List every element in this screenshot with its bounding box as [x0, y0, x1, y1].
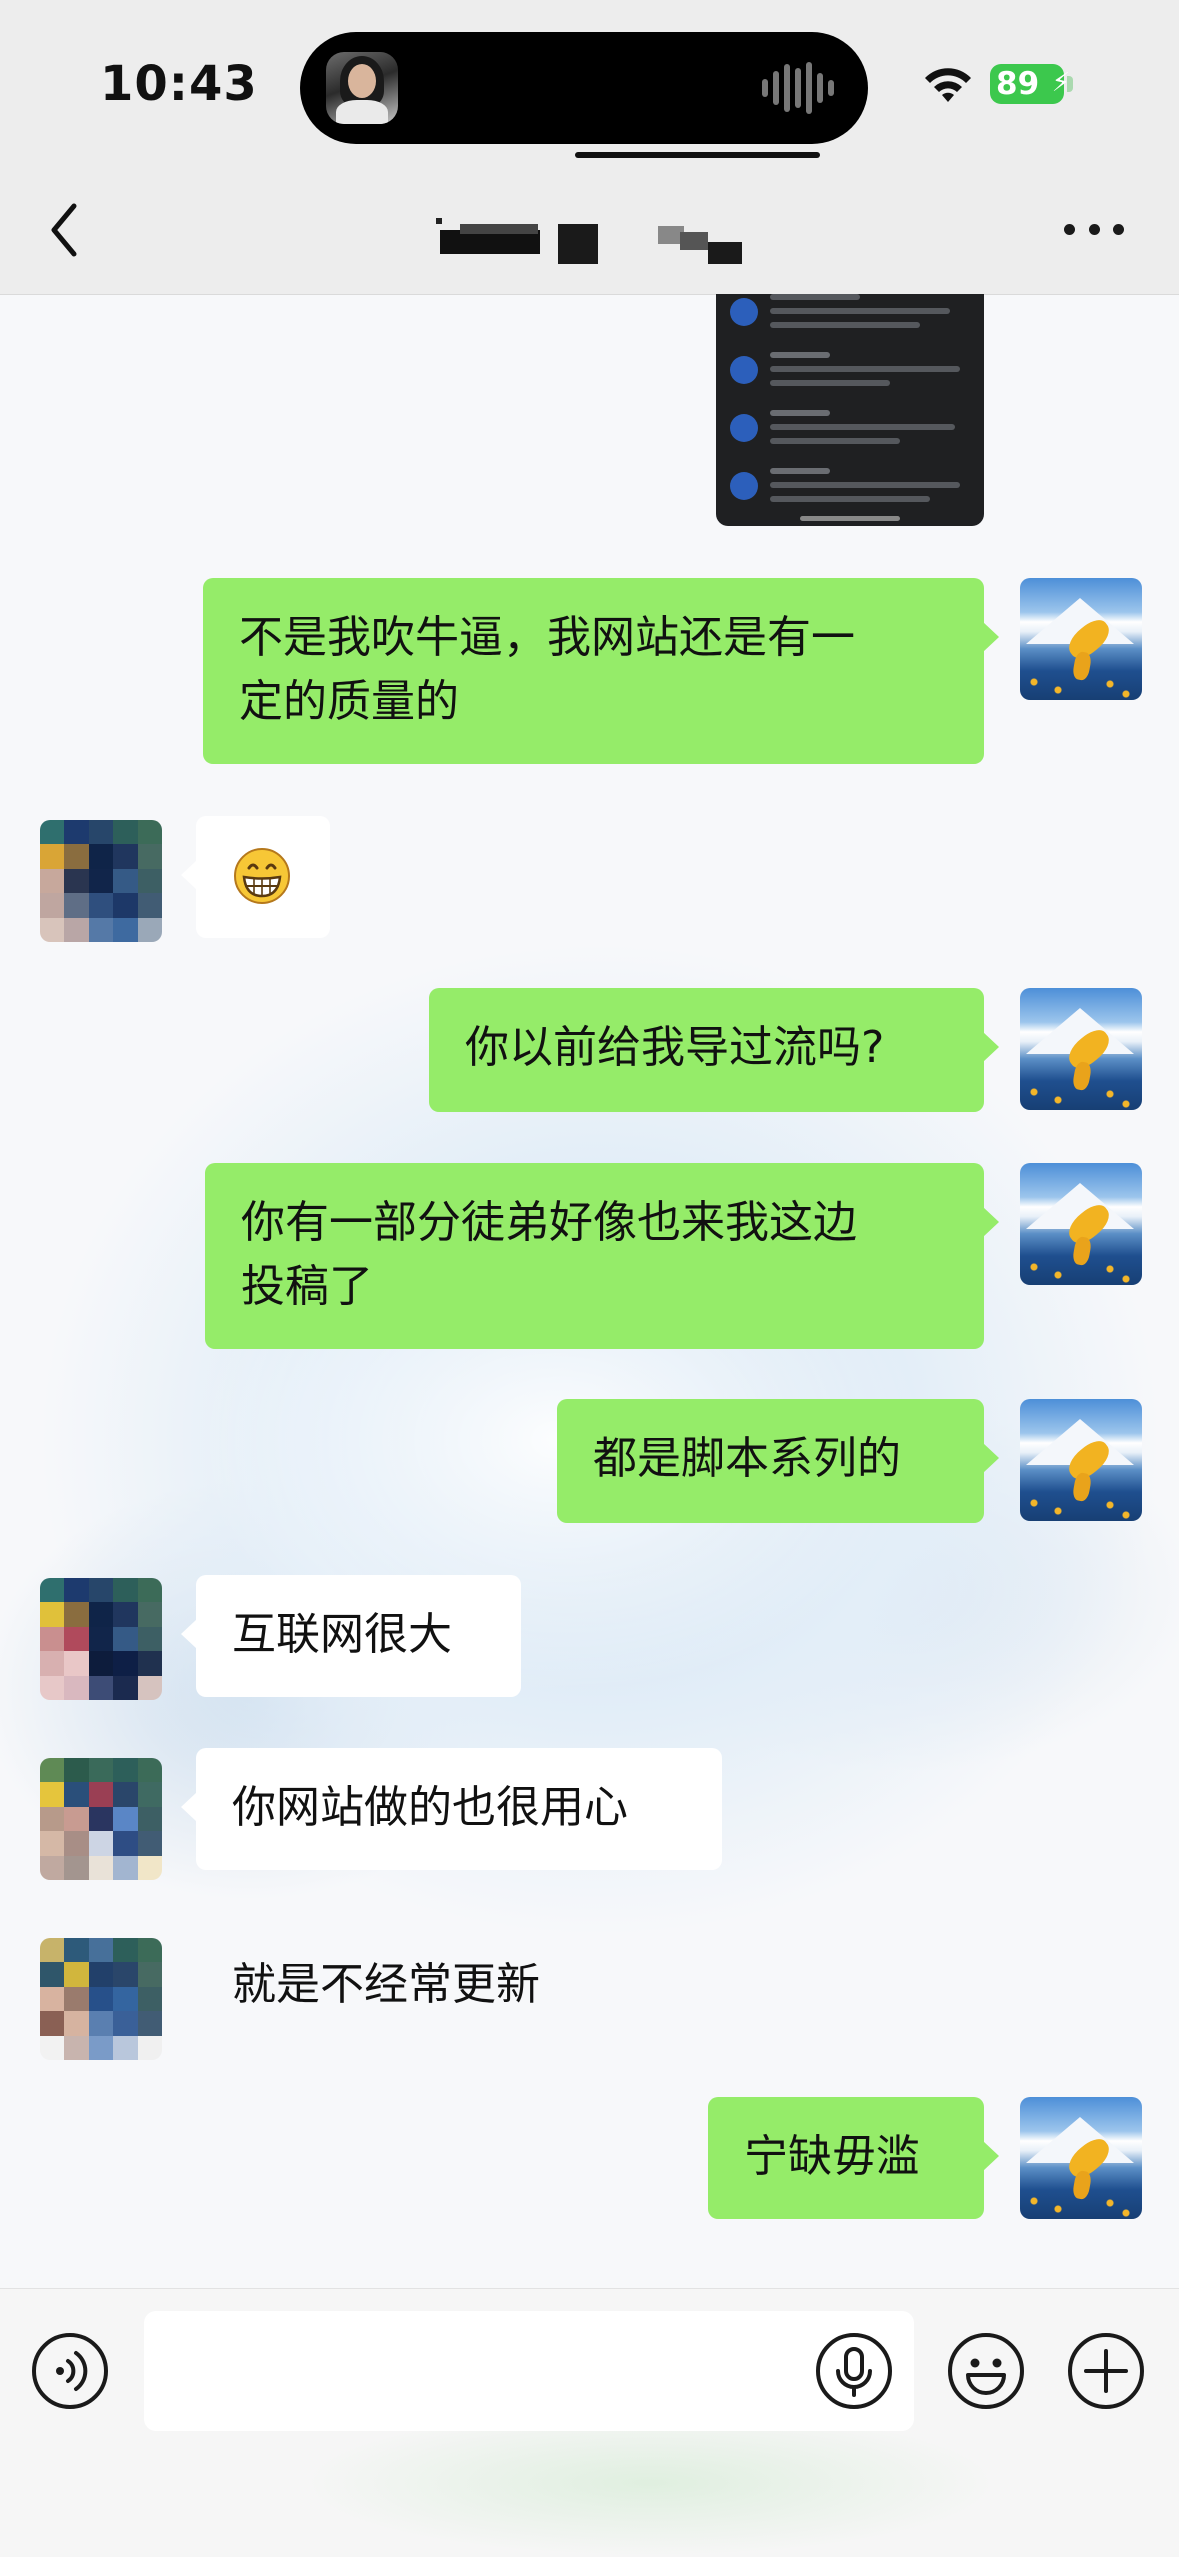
my-avatar[interactable]: [1020, 2097, 1142, 2219]
contact-avatar[interactable]: [40, 1938, 162, 2060]
message-text-received[interactable]: 就是不经常更新: [196, 1925, 636, 2047]
chat-title-redacted: [436, 206, 756, 266]
battery-percent: 89: [996, 66, 1040, 102]
status-bar: 10:43 89 ⚡: [0, 0, 1179, 170]
message-bubble-sent[interactable]: 你以前给我导过流吗?: [429, 988, 999, 1112]
message-input[interactable]: [144, 2311, 914, 2431]
battery-charging-icon: 89 ⚡: [990, 64, 1074, 104]
wifi-icon: [925, 68, 971, 102]
emoji-icon[interactable]: [946, 2331, 1026, 2411]
dynamic-island[interactable]: [300, 32, 868, 144]
message-bubble-received[interactable]: 你网站做的也很用心: [181, 1748, 722, 1870]
message-composer: [0, 2288, 1179, 2557]
message-text-line: 投稿了: [241, 1261, 373, 1312]
chat-header: [0, 170, 1179, 295]
status-time: 10:43: [100, 56, 258, 112]
shared-image-message[interactable]: [716, 294, 984, 526]
now-playing-avatar: [326, 52, 398, 124]
microphone-icon[interactable]: [814, 2331, 894, 2411]
my-avatar[interactable]: [1020, 1163, 1142, 1285]
grinning-face-icon: [234, 848, 290, 904]
message-bubble-sent[interactable]: 不是我吹牛逼，我网站还是有一 定的质量的: [203, 578, 999, 764]
message-text-line: 定的质量的: [239, 676, 459, 727]
my-avatar[interactable]: [1020, 578, 1142, 700]
message-text-line: 不是我吹牛逼，我网站还是有一: [239, 612, 855, 663]
contact-avatar[interactable]: [40, 1578, 162, 1700]
message-bubble-received[interactable]: 互联网很大: [181, 1575, 521, 1697]
contact-avatar[interactable]: [40, 1758, 162, 1880]
more-dots-icon[interactable]: [1064, 224, 1124, 240]
message-bubble-sent[interactable]: 你有一部分徒弟好像也来我这边 投稿了: [205, 1163, 999, 1349]
plus-icon[interactable]: [1066, 2331, 1146, 2411]
message-bubble-sent[interactable]: 宁缺毋滥: [708, 2097, 999, 2219]
contact-avatar[interactable]: [40, 820, 162, 942]
chevron-left-icon[interactable]: [44, 198, 84, 262]
message-text-line: 你有一部分徒弟好像也来我这边: [241, 1197, 857, 1248]
my-avatar[interactable]: [1020, 1399, 1142, 1521]
voice-mode-icon[interactable]: [30, 2331, 110, 2411]
my-avatar[interactable]: [1020, 988, 1142, 1110]
message-bubble-sent[interactable]: 都是脚本系列的: [557, 1399, 999, 1523]
audio-waveform-icon: [762, 62, 834, 114]
divider: [575, 152, 820, 158]
